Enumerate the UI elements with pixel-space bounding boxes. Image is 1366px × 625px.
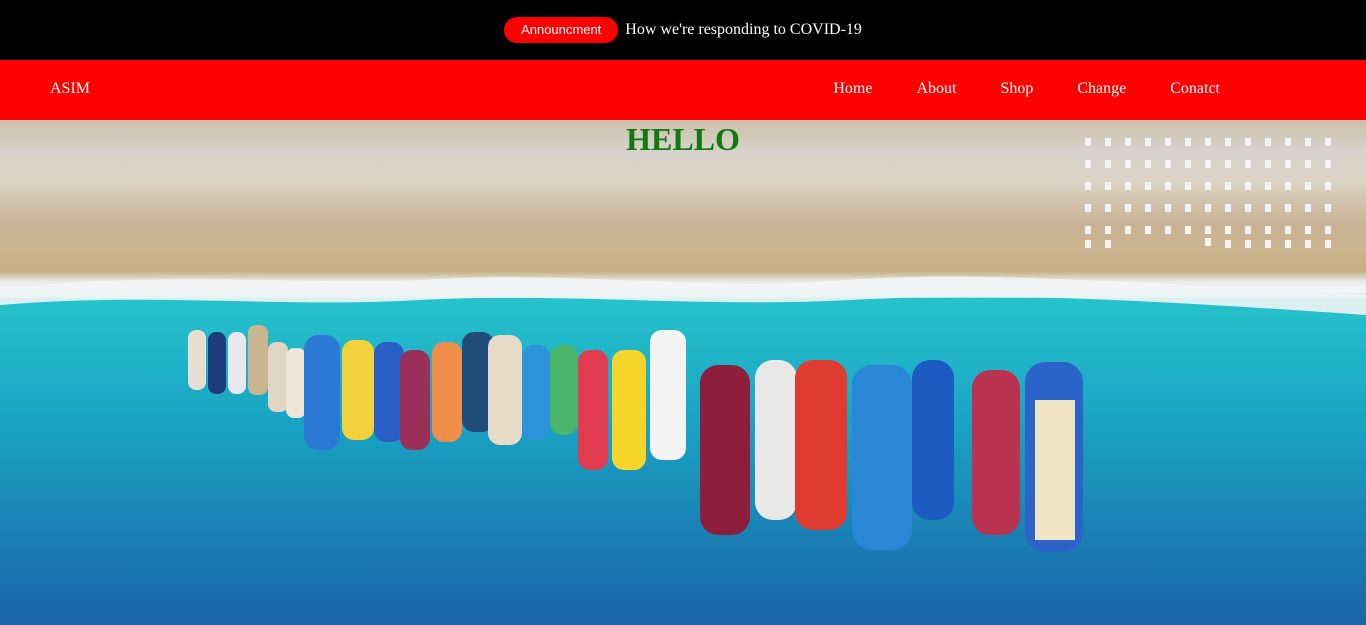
announcement-link[interactable]: How we're responding to COVID-19: [625, 21, 862, 39]
hero-section: HELLO: [0, 120, 1366, 625]
hero-title: HELLO: [626, 121, 740, 157]
announcement-badge[interactable]: Announcment: [504, 17, 619, 43]
navbar: ASIM Home About Shop Change Conatct: [0, 60, 1366, 120]
nav-link-about[interactable]: About: [916, 80, 956, 98]
nav-link-home[interactable]: Home: [833, 80, 872, 98]
nav-links: Home About Shop Change Conatct: [833, 60, 1220, 118]
hero-background-image: [0, 138, 1366, 625]
nav-link-shop[interactable]: Shop: [1000, 80, 1033, 98]
announcement-bar: Announcment How we're responding to COVI…: [0, 0, 1366, 60]
brand-logo[interactable]: ASIM: [50, 60, 90, 118]
nav-link-contact[interactable]: Conatct: [1170, 80, 1220, 98]
nav-link-change[interactable]: Change: [1077, 80, 1126, 98]
